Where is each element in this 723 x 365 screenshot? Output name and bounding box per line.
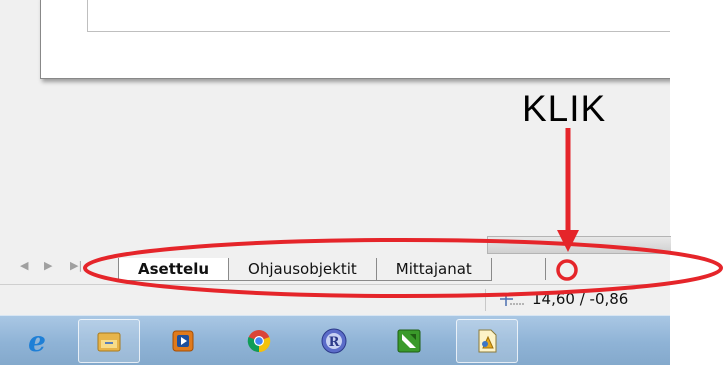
tab-asettelu[interactable]: Asettelu: [118, 258, 230, 281]
chrome-icon: [247, 330, 271, 353]
new-layer-area[interactable]: [545, 258, 564, 280]
layer-tabs: Asettelu Ohjausobjektit Mittajanat: [118, 258, 492, 282]
scrollbar-thumb[interactable]: [487, 236, 671, 254]
document-workspace: KLIK: [0, 0, 672, 232]
position-icon: [500, 293, 524, 306]
next-tab-arrow-icon[interactable]: ▶: [44, 259, 52, 272]
annotation-label: KLIK: [522, 88, 607, 129]
layer-tab-bar: ◀ ▶ ▶| Asettelu Ohjausobjektit Mittajana…: [0, 254, 670, 285]
media-player-icon: [172, 330, 194, 352]
svg-text:R: R: [329, 335, 340, 350]
green-app-icon: [397, 329, 421, 353]
internet-explorer-icon: e: [28, 324, 46, 358]
taskbar-explorer[interactable]: [78, 319, 140, 363]
window-edge: [670, 0, 723, 364]
cursor-coordinates: 14,60 / -0,86: [532, 290, 629, 308]
file-explorer-icon: [97, 332, 121, 352]
status-separator: [485, 289, 486, 311]
first-tab-arrow-icon[interactable]: ◀: [20, 259, 28, 272]
r-icon: R: [321, 328, 347, 354]
taskbar-r[interactable]: R: [303, 319, 365, 363]
taskbar-ie[interactable]: e: [6, 319, 68, 363]
tab-mittajanat[interactable]: Mittajanat: [375, 258, 492, 281]
libreoffice-draw-icon: [478, 329, 497, 353]
taskbar-chrome[interactable]: [228, 319, 290, 363]
status-bar: 14,60 / -0,86: [0, 285, 670, 315]
taskbar-libreoffice-draw[interactable]: [456, 319, 518, 363]
last-tab-arrow-icon[interactable]: ▶|: [70, 259, 82, 272]
windows-taskbar: e R: [0, 315, 670, 365]
tab-ohjausobjektit[interactable]: Ohjausobjektit: [228, 258, 377, 281]
drawing-page[interactable]: [40, 0, 672, 79]
taskbar-green-app[interactable]: [378, 319, 440, 363]
horizontal-scrollbar[interactable]: [0, 232, 671, 254]
page-margin-frame: [87, 0, 672, 32]
taskbar-media-player[interactable]: [152, 319, 214, 363]
